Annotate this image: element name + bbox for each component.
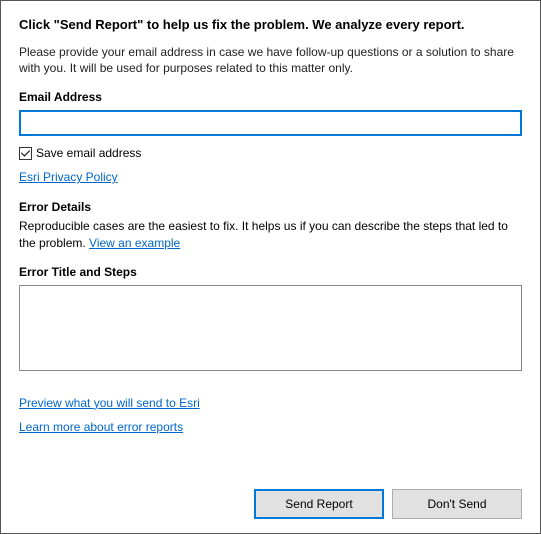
error-details-intro: Reproducible cases are the easiest to fi… bbox=[19, 218, 522, 250]
button-row: Send Report Don't Send bbox=[254, 489, 522, 519]
intro-text: Please provide your email address in cas… bbox=[19, 44, 522, 76]
dialog-heading: Click "Send Report" to help us fix the p… bbox=[19, 17, 522, 32]
dont-send-button[interactable]: Don't Send bbox=[392, 489, 522, 519]
privacy-policy-link[interactable]: Esri Privacy Policy bbox=[19, 170, 118, 184]
save-email-label: Save email address bbox=[36, 146, 141, 160]
send-report-button[interactable]: Send Report bbox=[254, 489, 384, 519]
error-details-label: Error Details bbox=[19, 200, 522, 214]
bottom-links: Preview what you will send to Esri Learn… bbox=[19, 396, 522, 434]
error-report-dialog: Click "Send Report" to help us fix the p… bbox=[0, 0, 541, 534]
email-input[interactable] bbox=[19, 110, 522, 136]
learn-more-link[interactable]: Learn more about error reports bbox=[19, 420, 522, 434]
email-label: Email Address bbox=[19, 90, 522, 104]
save-email-row[interactable]: Save email address bbox=[19, 146, 522, 160]
error-title-textarea[interactable] bbox=[19, 285, 522, 371]
error-title-label: Error Title and Steps bbox=[19, 265, 522, 279]
view-example-link[interactable]: View an example bbox=[89, 236, 180, 250]
save-email-checkbox[interactable] bbox=[19, 147, 32, 160]
preview-link[interactable]: Preview what you will send to Esri bbox=[19, 396, 522, 410]
